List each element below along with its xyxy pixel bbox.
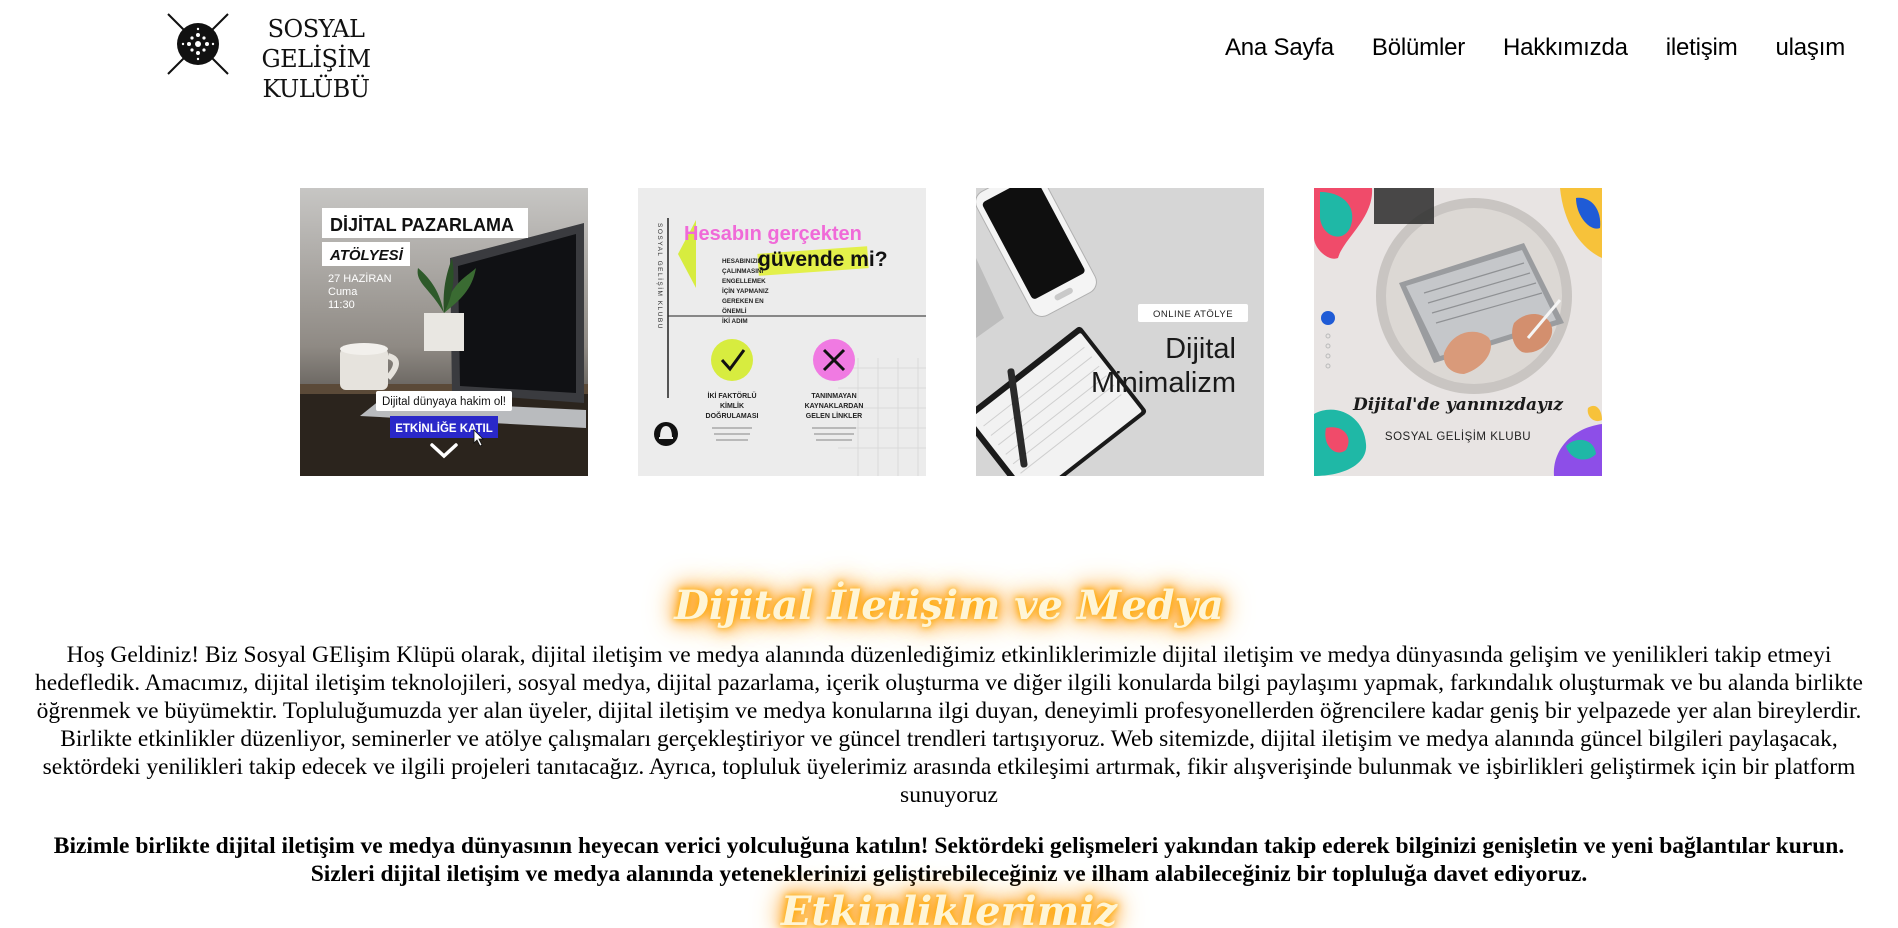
card1-cta[interactable]: ETKİNLİĞE KATIL: [395, 422, 493, 435]
nav-contact[interactable]: iletişim: [1666, 34, 1738, 62]
card1-title: DİJİTAL PAZARLAMA: [330, 215, 514, 235]
card2-vertical-text: SOSYAL GELİŞİM KLUBU: [656, 223, 665, 330]
card1-day: Cuma: [328, 286, 358, 298]
card2-item1-2: DOĞRULAMASI: [706, 411, 759, 420]
card2-lead-2: ENGELLEMEK: [722, 278, 766, 285]
section-title: Dijital İletişim ve Medya: [674, 582, 1224, 629]
card2-item2-2: GELEN LİNKLER: [806, 412, 862, 420]
logo-line1: SOSYAL GELİŞİM: [261, 15, 371, 73]
events-title: Etkinliklerimiz: [780, 888, 1118, 928]
cross-icon: [813, 339, 855, 381]
digital-support-illustration: Dijital'de yanınızdayız SOSYAL GELİŞİM K…: [1314, 188, 1602, 476]
card-digital-minimalism[interactable]: ONLINE ATÖLYE Dijital Minimalizm: [976, 188, 1264, 476]
card3-badge: ONLINE ATÖLYE: [1153, 309, 1233, 320]
card4-club: SOSYAL GELİŞİM KLUBU: [1385, 430, 1531, 443]
card3-title1: Dijital: [1165, 333, 1236, 365]
event-gallery: DİJİTAL PAZARLAMA ATÖLYESİ 27 HAZİRAN Cu…: [300, 188, 1602, 476]
card2-lead-5: ÖNEMLİ: [722, 306, 747, 315]
card-digital-marketing[interactable]: DİJİTAL PAZARLAMA ATÖLYESİ 27 HAZİRAN Cu…: [300, 188, 588, 476]
account-security-illustration: SOSYAL GELİŞİM KLUBU Hesabın gerçekten g…: [638, 188, 926, 476]
card2-item2-1: KAYNAKLARDAN: [805, 403, 864, 410]
card2-lead-1: ÇALINMASINI: [722, 268, 764, 275]
card2-lead-0: HESABINIZIN: [722, 258, 763, 265]
nav-transport[interactable]: ulaşım: [1776, 34, 1846, 62]
nav-home[interactable]: Ana Sayfa: [1225, 34, 1334, 62]
check-icon: [711, 339, 753, 381]
card2-lead-4: GEREKEN EN: [722, 298, 764, 305]
card1-date: 27 HAZİRAN: [328, 272, 392, 285]
club-logo-icon: [167, 13, 229, 75]
logo-text: SOSYAL GELİŞİM KULÜBÜ: [228, 14, 404, 104]
card2-lead-6: İKİ ADIM: [722, 317, 748, 325]
card2-item1-0: İKİ FAKTÖRLÜ: [708, 391, 757, 400]
nav-about[interactable]: Hakkımızda: [1503, 34, 1628, 62]
intro-paragraph: Hoş Geldiniz! Biz Sosyal GElişim Klüpü o…: [35, 642, 1863, 808]
card4-tagline: Dijital'de yanınızdayız: [1352, 395, 1563, 415]
nav-sections[interactable]: Bölümler: [1372, 34, 1465, 62]
card2-headline2: güvende mi?: [758, 248, 888, 271]
card2-item1-1: KİMLİK: [720, 402, 744, 410]
card-account-security[interactable]: SOSYAL GELİŞİM KLUBU Hesabın gerçekten g…: [638, 188, 926, 476]
digital-minimalism-illustration: ONLINE ATÖLYE Dijital Minimalizm: [976, 188, 1264, 476]
card1-tagline: Dijital dünyaya hakim ol!: [382, 396, 506, 408]
card1-time: 11:30: [328, 299, 355, 311]
invite-paragraph: Bizimle birlikte dijital iletişim ve med…: [53, 833, 1845, 887]
bell-icon: [654, 422, 678, 446]
card3-title2: Minimalizm: [1091, 367, 1236, 399]
site-logo[interactable]: SOSYAL GELİŞİM KULÜBÜ: [164, 10, 404, 103]
main-nav: Ana Sayfa Bölümler Hakkımızda iletişim u…: [1225, 34, 1845, 62]
card2-item2-0: TANINMAYAN: [811, 393, 856, 400]
card1-subtitle: ATÖLYESİ: [329, 247, 404, 264]
card-digital-support[interactable]: Dijital'de yanınızdayız SOSYAL GELİŞİM K…: [1314, 188, 1602, 476]
card2-lead-3: İÇİN YAPMANIZ: [722, 287, 769, 295]
digital-marketing-illustration: DİJİTAL PAZARLAMA ATÖLYESİ 27 HAZİRAN Cu…: [300, 188, 588, 476]
logo-line2: KULÜBÜ: [262, 75, 370, 103]
slider-dot-active[interactable]: [1321, 311, 1335, 325]
site-header: SOSYAL GELİŞİM KULÜBÜ Ana Sayfa Bölümler…: [0, 0, 1898, 110]
card2-headline1: Hesabın gerçekten: [684, 223, 862, 245]
